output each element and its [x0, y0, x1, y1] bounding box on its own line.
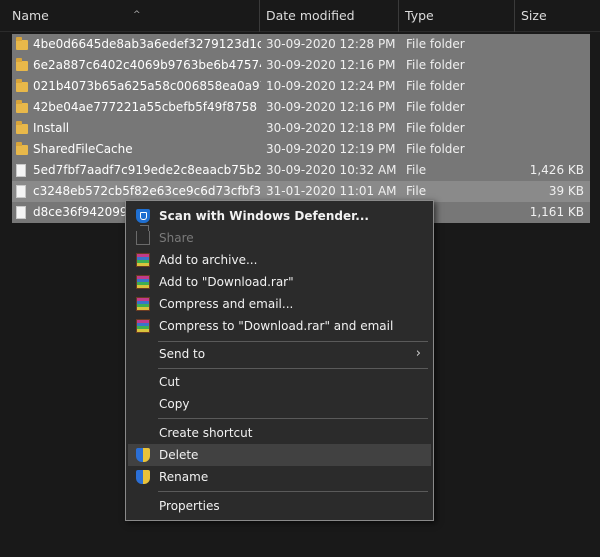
table-row[interactable]: Install 30-09-2020 12:18 PM File folder — [12, 118, 590, 139]
row-type: File — [406, 163, 427, 177]
menu-item-label: Delete — [159, 448, 199, 462]
row-type: File folder — [406, 37, 465, 51]
menu-item-label: Properties — [159, 499, 220, 513]
menu-item-copy[interactable]: Copy — [128, 393, 431, 415]
row-size: 1,426 KB — [529, 163, 584, 177]
file-icon — [16, 206, 26, 219]
table-row[interactable]: 021b4073b65a625a58c006858ea0a97d 10-09-2… — [12, 76, 590, 97]
menu-item-create-shortcut[interactable]: Create shortcut — [128, 422, 431, 444]
menu-item-compress-rar-email[interactable]: Compress to "Download.rar" and email — [128, 315, 431, 337]
menu-item-properties[interactable]: Properties — [128, 495, 431, 517]
row-date: 30-09-2020 12:19 PM — [266, 142, 396, 156]
menu-separator — [158, 341, 428, 342]
menu-item-add-to-rar[interactable]: Add to "Download.rar" — [128, 271, 431, 293]
row-name: Install — [33, 121, 70, 135]
row-type: File folder — [406, 121, 465, 135]
row-date: 30-09-2020 12:16 PM — [266, 58, 396, 72]
table-row[interactable]: 4be0d6645de8ab3a6edef3279123d1d4 30-09-2… — [12, 34, 590, 55]
menu-item-label: Create shortcut — [159, 426, 253, 440]
chevron-right-icon: › — [415, 346, 421, 361]
winrar-icon — [136, 319, 150, 333]
row-name: c3248eb572cb5f82e63ce9c6d73cfbf39b1... — [33, 184, 261, 198]
folder-icon — [16, 100, 28, 113]
row-type: File — [406, 184, 427, 198]
menu-separator — [158, 418, 428, 419]
folder-icon — [16, 37, 28, 50]
column-header-type[interactable]: Type — [399, 0, 515, 32]
menu-item-send-to[interactable]: Send to › — [128, 343, 431, 365]
row-name: 5ed7fbf7aadf7c919ede2c8eaacb75b220... — [33, 163, 261, 177]
menu-item-label: Add to "Download.rar" — [159, 275, 294, 289]
menu-item-label: Cut — [159, 375, 180, 389]
menu-item-label: Share — [159, 231, 194, 245]
defender-shield-icon — [136, 209, 150, 223]
share-icon — [136, 225, 150, 245]
column-header-name[interactable]: Name ^ — [6, 0, 260, 32]
menu-item-compress-email[interactable]: Compress and email... — [128, 293, 431, 315]
table-row[interactable]: 5ed7fbf7aadf7c919ede2c8eaacb75b220... 30… — [12, 160, 590, 181]
folder-icon — [16, 79, 28, 92]
table-row[interactable]: 42be04ae777221a55cbefb5f49f8758 30-09-20… — [12, 97, 590, 118]
row-name: 4be0d6645de8ab3a6edef3279123d1d4 — [33, 37, 261, 51]
row-name: 6e2a887c6402c4069b9763be6b475746 — [33, 58, 261, 72]
row-name: 42be04ae777221a55cbefb5f49f8758 — [33, 100, 258, 114]
uac-shield-icon — [136, 470, 150, 484]
menu-item-label: Rename — [159, 470, 209, 484]
row-date: 30-09-2020 12:18 PM — [266, 121, 396, 135]
menu-item-label: Scan with Windows Defender... — [159, 209, 369, 223]
file-list: 4be0d6645de8ab3a6edef3279123d1d4 30-09-2… — [12, 34, 590, 223]
table-row[interactable]: 6e2a887c6402c4069b9763be6b475746 30-09-2… — [12, 55, 590, 76]
sort-ascending-icon: ^ — [133, 10, 141, 20]
folder-icon — [16, 58, 28, 71]
menu-item-label: Compress and email... — [159, 297, 294, 311]
menu-item-rename[interactable]: Rename — [128, 466, 431, 488]
menu-item-cut[interactable]: Cut — [128, 371, 431, 393]
menu-separator — [158, 491, 428, 492]
row-date: 30-09-2020 12:16 PM — [266, 100, 396, 114]
row-size: 1,161 KB — [529, 205, 584, 219]
uac-shield-icon — [136, 448, 150, 462]
row-type: File folder — [406, 58, 465, 72]
column-header-size[interactable]: Size — [515, 0, 600, 32]
file-icon — [16, 164, 26, 177]
winrar-icon — [136, 275, 150, 289]
row-size: 39 KB — [548, 184, 584, 198]
row-name: 021b4073b65a625a58c006858ea0a97d — [33, 79, 261, 93]
row-date: 30-09-2020 12:28 PM — [266, 37, 396, 51]
menu-item-label: Send to — [159, 347, 206, 361]
table-row[interactable]: SharedFileCache 30-09-2020 12:19 PM File… — [12, 139, 590, 160]
menu-item-label: Compress to "Download.rar" and email — [159, 319, 394, 333]
file-icon — [16, 185, 26, 198]
winrar-icon — [136, 253, 150, 267]
menu-item-label: Add to archive... — [159, 253, 258, 267]
menu-item-scan-defender[interactable]: Scan with Windows Defender... — [128, 205, 431, 227]
winrar-icon — [136, 297, 150, 311]
row-date: 31-01-2020 11:01 AM — [266, 184, 397, 198]
row-name: SharedFileCache — [33, 142, 133, 156]
row-date: 10-09-2020 12:24 PM — [266, 79, 396, 93]
folder-icon — [16, 121, 28, 134]
row-type: File folder — [406, 142, 465, 156]
menu-item-delete[interactable]: Delete — [128, 444, 431, 466]
menu-item-label: Copy — [159, 397, 190, 411]
row-type: File folder — [406, 79, 465, 93]
menu-item-share[interactable]: Share — [128, 225, 431, 249]
column-header-date[interactable]: Date modified — [260, 0, 399, 32]
table-row[interactable]: c3248eb572cb5f82e63ce9c6d73cfbf39b1... 3… — [12, 181, 590, 202]
column-name-label: Name — [12, 8, 49, 23]
column-header: Name ^ Date modified Type Size — [0, 0, 600, 32]
menu-item-add-to-archive[interactable]: Add to archive... — [128, 249, 431, 271]
row-date: 30-09-2020 10:32 AM — [266, 163, 397, 177]
folder-icon — [16, 142, 28, 155]
menu-separator — [158, 368, 428, 369]
row-type: File folder — [406, 100, 465, 114]
context-menu: Scan with Windows Defender... Share Add … — [125, 200, 434, 521]
